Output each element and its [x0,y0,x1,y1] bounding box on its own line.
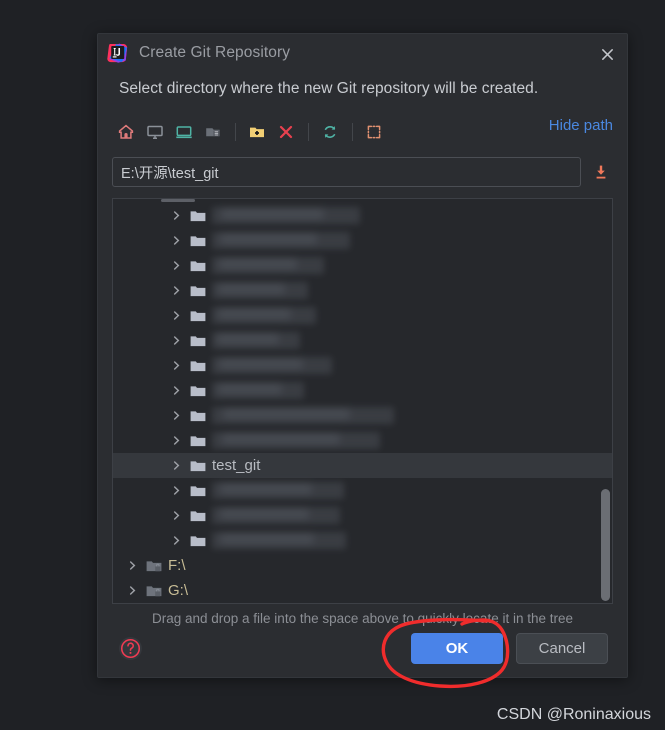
redacted-folder-name [212,482,344,499]
path-input[interactable] [112,157,581,187]
tree-row[interactable] [113,353,612,378]
create-git-repository-dialog: Create Git Repository Select directory w… [97,33,628,678]
chevron-right-icon[interactable] [167,407,185,425]
chevron-right-icon[interactable] [123,582,141,600]
tree-row[interactable] [113,528,612,553]
redacted-folder-name [212,432,380,449]
folder-icon [189,282,207,300]
chevron-right-icon[interactable] [167,532,185,550]
new-folder-icon[interactable] [243,119,270,145]
folder-icon [189,507,207,525]
folder-icon [189,482,207,500]
redacted-folder-name [212,507,340,524]
desktop-icon[interactable] [141,119,168,145]
chevron-right-icon[interactable] [167,257,185,275]
tree-row[interactable]: test_git [113,453,612,478]
tree-row[interactable] [113,378,612,403]
folder-icon [189,257,207,275]
folder-icon [189,407,207,425]
chevron-right-icon[interactable] [167,357,185,375]
show-hidden-icon[interactable] [360,119,387,145]
chevron-right-icon[interactable] [167,332,185,350]
folder-icon [189,457,207,475]
tree-row-drive[interactable]: F:\ [113,553,612,578]
close-icon[interactable] [596,43,618,65]
folder-icon [189,332,207,350]
tree-row[interactable] [113,403,612,428]
tree-row[interactable] [113,253,612,278]
chevron-right-icon[interactable] [123,557,141,575]
redacted-folder-name [212,232,350,249]
tree-row[interactable] [113,203,612,228]
directory-tree[interactable]: test_git F:\ G:\ [112,198,613,604]
tree-row[interactable] [113,503,612,528]
hide-path-link[interactable]: Hide path [549,117,613,134]
tree-row[interactable] [113,478,612,503]
redacted-folder-name [212,532,346,549]
chevron-right-icon[interactable] [167,432,185,450]
folder-icon [189,232,207,250]
tree-row-label: G:\ [168,582,189,599]
vertical-scrollbar[interactable] [601,489,610,601]
tree-row[interactable] [113,303,612,328]
ok-button[interactable]: OK [411,632,503,664]
toolbar-divider [235,123,236,141]
dialog-subtitle: Select directory where the new Git repos… [119,80,539,97]
dialog-title: Create Git Repository [139,44,291,61]
chevron-right-icon[interactable] [167,382,185,400]
chevron-right-icon[interactable] [167,282,185,300]
tree-row-label: test_git [212,457,261,474]
redacted-folder-name [212,257,324,274]
watermark: CSDN @Roninaxious [496,706,651,723]
folder-icon [189,382,207,400]
intellij-idea-icon [107,42,129,64]
file-chooser-toolbar: Hide path [112,115,613,149]
delete-icon[interactable] [272,119,299,145]
chevron-right-icon[interactable] [167,507,185,525]
horizontal-scrollbar[interactable] [161,199,195,202]
folder-icon [189,432,207,450]
refresh-icon[interactable] [316,119,343,145]
folder-icon [189,357,207,375]
toolbar-divider [308,123,309,141]
cancel-button[interactable]: Cancel [516,632,608,664]
redacted-folder-name [212,382,304,399]
dialog-titlebar: Create Git Repository [98,34,627,72]
module-icon[interactable] [199,119,226,145]
redacted-folder-name [212,207,360,224]
chevron-right-icon[interactable] [167,457,185,475]
tree-row[interactable] [113,278,612,303]
drive-folder-icon [145,582,163,600]
tree-row-drive[interactable]: G:\ [113,578,612,603]
redacted-folder-name [212,407,394,424]
tree-row[interactable] [113,328,612,353]
download-into-icon[interactable] [589,160,613,184]
drive-folder-icon [145,557,163,575]
dialog-footer: OK Cancel [98,619,627,677]
tree-row[interactable] [113,228,612,253]
tree-row[interactable] [113,428,612,453]
path-row [112,157,613,187]
chevron-right-icon[interactable] [167,307,185,325]
redacted-folder-name [212,357,332,374]
redacted-folder-name [212,282,308,299]
redacted-folder-name [212,332,300,349]
chevron-right-icon[interactable] [167,482,185,500]
screen: Create Git Repository Select directory w… [0,0,665,730]
folder-icon [189,207,207,225]
redacted-folder-name [212,307,316,324]
help-circle-icon[interactable] [117,635,143,661]
folder-icon [189,307,207,325]
chevron-right-icon[interactable] [167,232,185,250]
toolbar-divider [352,123,353,141]
tree-row-label: F:\ [168,557,186,574]
folder-icon [189,532,207,550]
project-icon[interactable] [170,119,197,145]
chevron-right-icon[interactable] [167,207,185,225]
home-icon[interactable] [112,119,139,145]
